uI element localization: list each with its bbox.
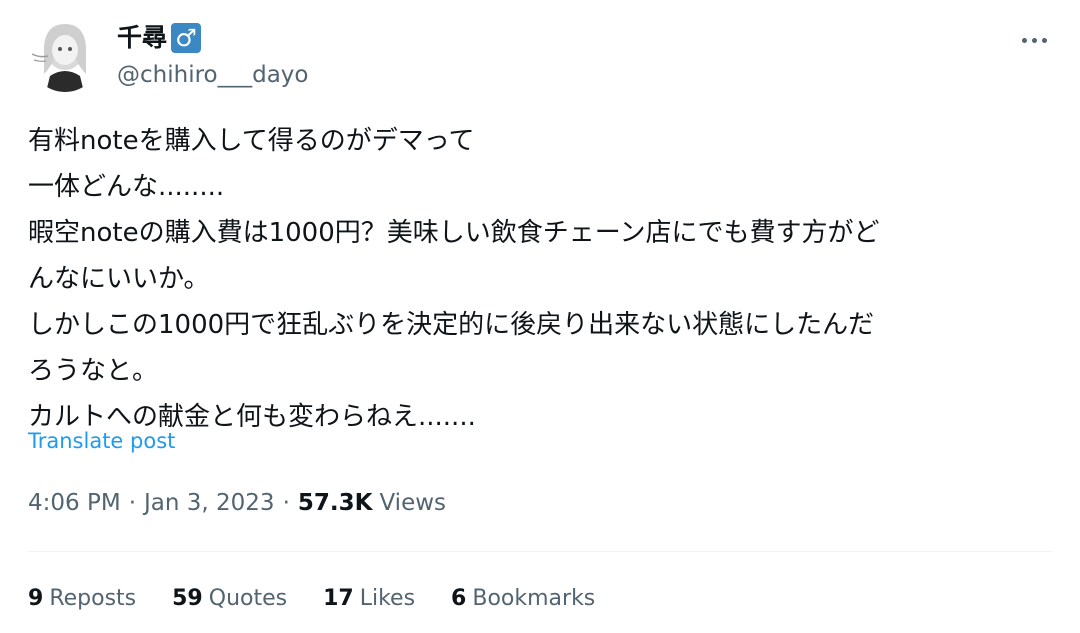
post-time[interactable]: 4:06 PM (28, 486, 121, 520)
anime-girl-avatar-icon (31, 24, 86, 92)
tweet-text-line: 暇空noteの購入費は1000円？美味しい飲食チェーン店にでも費す方がど (28, 218, 880, 248)
likes-count: 17 (323, 586, 354, 611)
quotes-stat[interactable]: 59 Quotes (172, 583, 287, 615)
tweet-text: 有料noteを購入して得るのがデマって 一体どんな........ 暇空note… (28, 118, 1058, 440)
tweet-meta: 4:06 PM · Jan 3, 2023 · 57.3K Views (28, 486, 446, 520)
quotes-label: Quotes (208, 586, 288, 611)
views-count[interactable]: 57.3K (298, 486, 373, 520)
quotes-count: 59 (172, 586, 203, 611)
male-sign-icon: ♂ (171, 23, 202, 53)
divider (28, 551, 1052, 552)
reposts-count: 9 (28, 586, 44, 611)
tweet-card: 千尋 ♂ @chihiro___dayo 有料noteを購入して得るのがデマって… (0, 0, 1080, 633)
post-date[interactable]: Jan 3, 2023 (144, 486, 275, 520)
translate-post-link[interactable]: Translate post (28, 426, 175, 456)
likes-label: Likes (359, 586, 416, 611)
tweet-text-line: カルトへの献金と何も変わらねえ....... (28, 402, 476, 432)
tweet-text-line: んなにいいか。 (28, 264, 210, 294)
reposts-stat[interactable]: 9 Reposts (28, 583, 136, 615)
bookmarks-label: Bookmarks (472, 586, 596, 611)
display-name-text: 千尋 (117, 23, 168, 52)
user-handle[interactable]: @chihiro___dayo (117, 60, 308, 90)
views-label[interactable]: Views (379, 486, 446, 520)
more-dot (1041, 37, 1047, 43)
more-horizontal-icon (1021, 37, 1027, 43)
tweet-text-line: 有料noteを購入して得るのがデマって (28, 126, 475, 156)
likes-stat[interactable]: 17 Likes (323, 583, 415, 615)
tweet-text-line: しかしこの1000円で狂乱ぶりを決定的に後戻り出来ない状態にしたんだ (28, 310, 875, 340)
display-name[interactable]: 千尋 ♂ (117, 22, 202, 54)
reposts-label: Reposts (49, 586, 137, 611)
bookmarks-count: 6 (451, 586, 467, 611)
tweet-text-line: 一体どんな........ (28, 172, 225, 202)
meta-separator: · (282, 490, 290, 516)
bookmarks-stat[interactable]: 6 Bookmarks (451, 583, 595, 615)
meta-separator: · (128, 490, 136, 516)
more-options-button[interactable] (1012, 22, 1056, 58)
engagement-stats: 9 Reposts 59 Quotes 17 Likes 6 Bookmarks (28, 583, 595, 615)
avatar[interactable] (28, 14, 102, 92)
tweet-text-line: ろうなと。 (28, 356, 159, 386)
more-dot (1031, 37, 1037, 43)
